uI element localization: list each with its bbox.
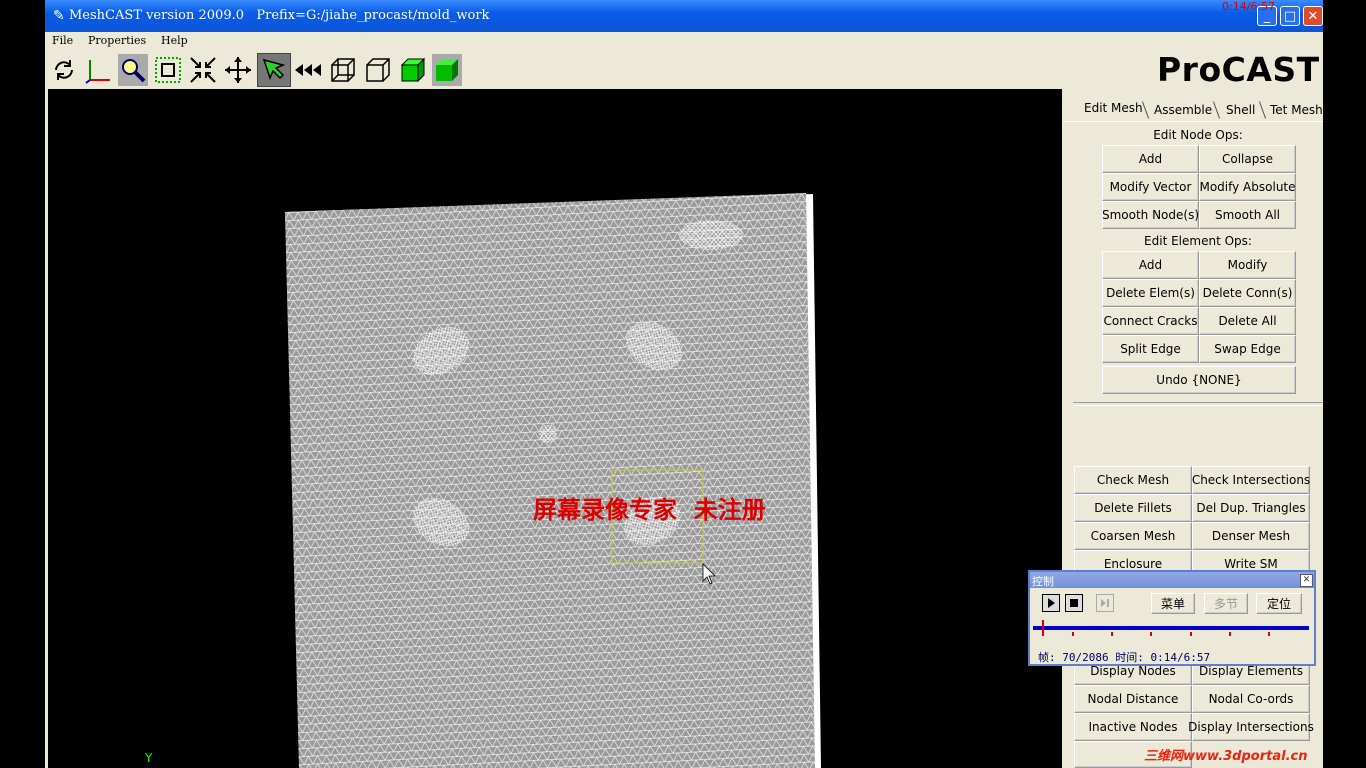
rotate-icon[interactable] (49, 54, 79, 86)
menu-bar: File Properties Help (45, 32, 1323, 50)
step-icon (1101, 599, 1109, 607)
solid-box-icon[interactable] (432, 54, 462, 86)
progress-thumb[interactable] (1042, 620, 1045, 636)
mesh-feature (539, 425, 557, 443)
progress-track[interactable] (1033, 626, 1309, 630)
chapter-tick (1190, 632, 1192, 636)
denser-mesh-button[interactable]: Denser Mesh (1192, 522, 1310, 550)
play-icon (1048, 598, 1055, 608)
player-locate-button[interactable]: 定位 (1256, 593, 1302, 614)
check-mesh-button[interactable]: Check Mesh (1074, 466, 1192, 494)
procast-logo: ProCAST (1157, 50, 1320, 89)
menu-properties[interactable]: Properties (88, 34, 146, 47)
player-title: 控制 (1032, 575, 1054, 588)
shrink-icon[interactable] (188, 54, 218, 86)
menu-file[interactable]: File (52, 34, 73, 47)
tab-shell[interactable]: Shell (1226, 99, 1255, 121)
coarsen-mesh-button[interactable]: Coarsen Mesh (1074, 522, 1192, 550)
tab-assemble[interactable]: Assemble (1154, 99, 1212, 121)
element-modify-button[interactable]: Modify (1199, 251, 1296, 279)
mesh-view: Y (144, 193, 821, 768)
smooth-all-button[interactable]: Smooth All (1199, 201, 1296, 229)
shaded-box-icon[interactable] (398, 54, 428, 86)
connect-cracks-button[interactable]: Connect Cracks (1102, 307, 1199, 335)
tab-edit-mesh[interactable]: Edit Mesh (1084, 97, 1143, 119)
control-panel: Edit Mesh Assemble Shell Tet Mesh Edit N… (1063, 89, 1323, 768)
swap-edge-button[interactable]: Swap Edge (1199, 335, 1296, 363)
stop-icon (1070, 599, 1078, 607)
toolbar (45, 50, 1323, 90)
split-edge-button[interactable]: Split Edge (1102, 335, 1199, 363)
modify-absolute-button[interactable]: Modify Absolute (1199, 173, 1296, 201)
player-status: 帧: 70/2086 时间: 0:14/6:57 (1038, 651, 1211, 664)
chapter-tick (1268, 632, 1270, 636)
player-control-window: 控制 ✕ 菜单 多节 定位 帧: 70/2086 时间: 0:14/6:57 (1028, 570, 1316, 666)
delete-conns-button[interactable]: Delete Conn(s) (1199, 279, 1296, 307)
node-add-button[interactable]: Add (1102, 145, 1199, 173)
nodal-distance-button[interactable]: Nodal Distance (1074, 685, 1192, 713)
delete-elems-button[interactable]: Delete Elem(s) (1102, 279, 1199, 307)
edit-element-ops-title: Edit Element Ops: (1144, 234, 1252, 248)
tab-tet-mesh[interactable]: Tet Mesh (1270, 99, 1323, 121)
play-button[interactable] (1042, 594, 1060, 612)
chapter-tick (1111, 632, 1113, 636)
element-add-button[interactable]: Add (1102, 251, 1199, 279)
close-button[interactable]: ✕ (1303, 6, 1323, 26)
player-title-bar[interactable]: 控制 ✕ (1030, 572, 1314, 588)
inactive-nodes-button[interactable]: Inactive Nodes (1074, 713, 1192, 741)
panel-divider (1073, 402, 1323, 406)
player-sections-button[interactable]: 多节 (1204, 593, 1248, 614)
wireframe-box-icon[interactable] (328, 54, 358, 86)
player-close-icon[interactable]: ✕ (1300, 574, 1313, 587)
display-intersections-button[interactable]: Display Intersections (1188, 713, 1314, 741)
stop-button[interactable] (1065, 594, 1083, 612)
nodal-coords-button[interactable]: Nodal Co-ords (1192, 685, 1310, 713)
mesh-viewport[interactable]: Y (48, 89, 1062, 768)
rewind-icon[interactable] (293, 54, 323, 86)
axis-y-label: Y (144, 751, 153, 765)
title-bar[interactable]: ✎ MeshCAST version 2009.0 Prefix=G:/jiah… (45, 0, 1323, 32)
outline-box-icon[interactable] (363, 54, 393, 86)
delete-fillets-button[interactable]: Delete Fillets (1074, 494, 1192, 522)
chapter-tick (1150, 632, 1152, 636)
zoom-icon[interactable] (118, 54, 148, 86)
mesh-wireframe (285, 193, 815, 768)
maximize-button[interactable]: □ (1280, 6, 1300, 26)
delete-all-button[interactable]: Delete All (1199, 307, 1296, 335)
zoom-box-icon[interactable] (153, 54, 183, 86)
site-watermark: 三维网www.3dportal.cn (1144, 749, 1308, 764)
modify-vector-button[interactable]: Modify Vector (1102, 173, 1199, 201)
pick-icon[interactable] (257, 53, 291, 87)
edit-node-ops-title: Edit Node Ops: (1153, 128, 1243, 142)
node-collapse-button[interactable]: Collapse (1199, 145, 1296, 173)
recording-watermark: 屏幕录像专家 未注册 (533, 495, 766, 524)
recording-time: 0:14/6:57 (1222, 0, 1276, 13)
undo-button[interactable]: Undo {NONE} (1102, 366, 1296, 394)
del-dup-triangles-button[interactable]: Del Dup. Triangles (1192, 494, 1310, 522)
step-button[interactable] (1096, 594, 1114, 612)
chapter-tick (1072, 632, 1074, 636)
player-menu-button[interactable]: 菜单 (1151, 593, 1195, 614)
pan-icon[interactable] (223, 54, 253, 86)
window-title: MeshCAST version 2009.0 Prefix=G:/jiahe_… (69, 8, 490, 23)
menu-help[interactable]: Help (161, 34, 188, 47)
axes-icon[interactable] (83, 54, 113, 86)
check-intersections-button[interactable]: Check Intersections (1192, 466, 1310, 494)
feather-icon: ✎ (53, 8, 65, 24)
mesh-feature (679, 220, 743, 250)
smooth-nodes-button[interactable]: Smooth Node(s) (1102, 201, 1199, 229)
chapter-tick (1229, 632, 1231, 636)
